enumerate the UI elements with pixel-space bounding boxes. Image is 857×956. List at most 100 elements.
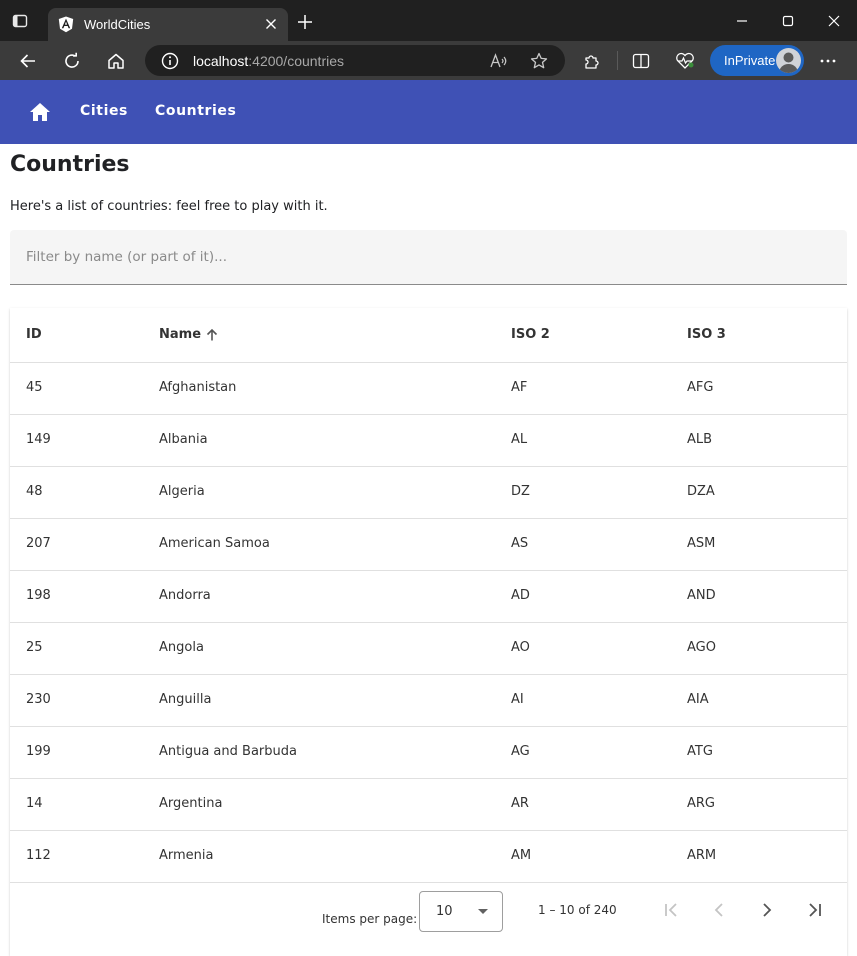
- cell-iso2: AI: [511, 692, 524, 707]
- address-host: localhost: [193, 53, 249, 69]
- home-icon[interactable]: [104, 49, 128, 73]
- toolbar-divider: [617, 51, 618, 70]
- column-header-iso3[interactable]: ISO 3: [687, 327, 726, 342]
- column-header-name[interactable]: Name: [159, 327, 219, 342]
- browser-tab-bar: WorldCities: [0, 0, 857, 41]
- cell-id: 149: [26, 432, 51, 447]
- browser-tab[interactable]: WorldCities: [48, 8, 288, 41]
- cell-iso2: AM: [511, 848, 532, 863]
- table-row: 25 Angola AO AGO: [10, 623, 847, 675]
- inprivate-label: InPrivate: [724, 53, 776, 68]
- table-row: 198 Andorra AD AND: [10, 571, 847, 623]
- cell-id: 48: [26, 484, 43, 499]
- cell-iso3: ALB: [687, 432, 713, 447]
- filter-field: [10, 230, 847, 285]
- cell-name: Albania: [159, 432, 208, 447]
- heartbeat-icon[interactable]: [673, 49, 697, 73]
- cell-id: 230: [26, 692, 51, 707]
- table-row: 199 Antigua and Barbuda AG ATG: [10, 727, 847, 779]
- close-icon[interactable]: [262, 15, 280, 33]
- maximize-icon[interactable]: [776, 9, 800, 33]
- last-page-icon[interactable]: [803, 898, 827, 922]
- address-path: :4200/countries: [248, 53, 344, 69]
- column-header-iso2[interactable]: ISO 2: [511, 327, 550, 342]
- cell-id: 199: [26, 744, 51, 759]
- refresh-icon[interactable]: [60, 49, 84, 73]
- cell-name: Algeria: [159, 484, 205, 499]
- table-row: 14 Argentina AR ARG: [10, 779, 847, 831]
- table-row: 230 Anguilla AI AIA: [10, 675, 847, 727]
- chevron-right-icon[interactable]: [755, 898, 779, 922]
- cell-name: Angola: [159, 640, 204, 655]
- page-title: Countries: [10, 152, 130, 177]
- countries-table: ID Name ISO 2 ISO 3 45 Afghanistan AF AFG 14…: [10, 308, 847, 956]
- cell-iso3: AGO: [687, 640, 716, 655]
- cell-iso3: ASM: [687, 536, 716, 551]
- cell-id: 112: [26, 848, 51, 863]
- page-range-label: 1 – 10 of 240: [538, 903, 617, 917]
- cell-iso3: AND: [687, 588, 716, 603]
- inprivate-button[interactable]: InPrivate: [710, 45, 804, 76]
- chevron-left-icon[interactable]: [707, 898, 731, 922]
- cell-iso2: DZ: [511, 484, 530, 499]
- table-row: 48 Algeria DZ DZA: [10, 467, 847, 519]
- plus-icon[interactable]: [295, 12, 315, 32]
- arrow-left-icon[interactable]: [16, 49, 40, 73]
- avatar: [776, 48, 801, 73]
- first-page-icon[interactable]: [659, 898, 683, 922]
- table-row: 207 American Samoa AS ASM: [10, 519, 847, 571]
- cell-iso2: AR: [511, 796, 529, 811]
- filter-input[interactable]: [10, 230, 847, 284]
- page-size-select[interactable]: 10: [419, 891, 503, 932]
- read-aloud-icon[interactable]: [489, 51, 509, 71]
- page-intro: Here's a list of countries: feel free to…: [10, 199, 328, 214]
- column-header-name-label: Name: [159, 327, 202, 342]
- table-row: 112 Armenia AM ARM: [10, 831, 847, 883]
- info-icon[interactable]: [161, 52, 179, 70]
- cell-name: Antigua and Barbuda: [159, 744, 297, 759]
- nav-cities-link[interactable]: Cities: [80, 103, 128, 119]
- cell-iso2: AG: [511, 744, 530, 759]
- home-icon[interactable]: [27, 99, 53, 125]
- cell-name: Andorra: [159, 588, 211, 603]
- caret-down-icon: [478, 909, 488, 914]
- cell-id: 207: [26, 536, 51, 551]
- cell-name: American Samoa: [159, 536, 270, 551]
- address-url: localhost:4200/countries: [193, 53, 344, 69]
- cell-id: 25: [26, 640, 43, 655]
- tab-title: WorldCities: [84, 17, 151, 32]
- star-icon[interactable]: [529, 51, 549, 71]
- address-bar[interactable]: localhost:4200/countries: [145, 45, 565, 76]
- items-per-page-label: Items per page:: [322, 912, 418, 926]
- split-screen-icon[interactable]: [629, 49, 653, 73]
- puzzle-icon[interactable]: [580, 49, 604, 73]
- cell-iso2: AO: [511, 640, 530, 655]
- table-row: 45 Afghanistan AF AFG: [10, 363, 847, 415]
- cell-name: Anguilla: [159, 692, 212, 707]
- page-size-value: 10: [436, 904, 453, 919]
- minimize-icon[interactable]: [730, 9, 754, 33]
- cell-iso3: ARG: [687, 796, 715, 811]
- arrow-up-icon: [206, 328, 218, 340]
- cell-id: 198: [26, 588, 51, 603]
- table-header-row: ID Name ISO 2 ISO 3: [10, 308, 847, 363]
- cell-iso3: DZA: [687, 484, 715, 499]
- cell-iso2: AS: [511, 536, 529, 551]
- cell-name: Armenia: [159, 848, 214, 863]
- cell-id: 45: [26, 380, 43, 395]
- browser-toolbar: localhost:4200/countries InPrivate: [0, 41, 857, 80]
- column-header-id[interactable]: ID: [26, 327, 42, 342]
- cell-name: Argentina: [159, 796, 223, 811]
- cell-iso3: AFG: [687, 380, 714, 395]
- cell-iso2: AD: [511, 588, 530, 603]
- close-window-icon[interactable]: [822, 9, 846, 33]
- tab-actions-icon[interactable]: [10, 11, 30, 31]
- app-toolbar: Cities Countries: [0, 80, 857, 144]
- cell-iso3: ARM: [687, 848, 717, 863]
- more-horizontal-icon[interactable]: [816, 49, 840, 73]
- angular-logo-icon: [58, 16, 74, 33]
- cell-iso3: AIA: [687, 692, 709, 707]
- cell-iso3: ATG: [687, 744, 713, 759]
- cell-id: 14: [26, 796, 43, 811]
- nav-countries-link[interactable]: Countries: [155, 103, 236, 119]
